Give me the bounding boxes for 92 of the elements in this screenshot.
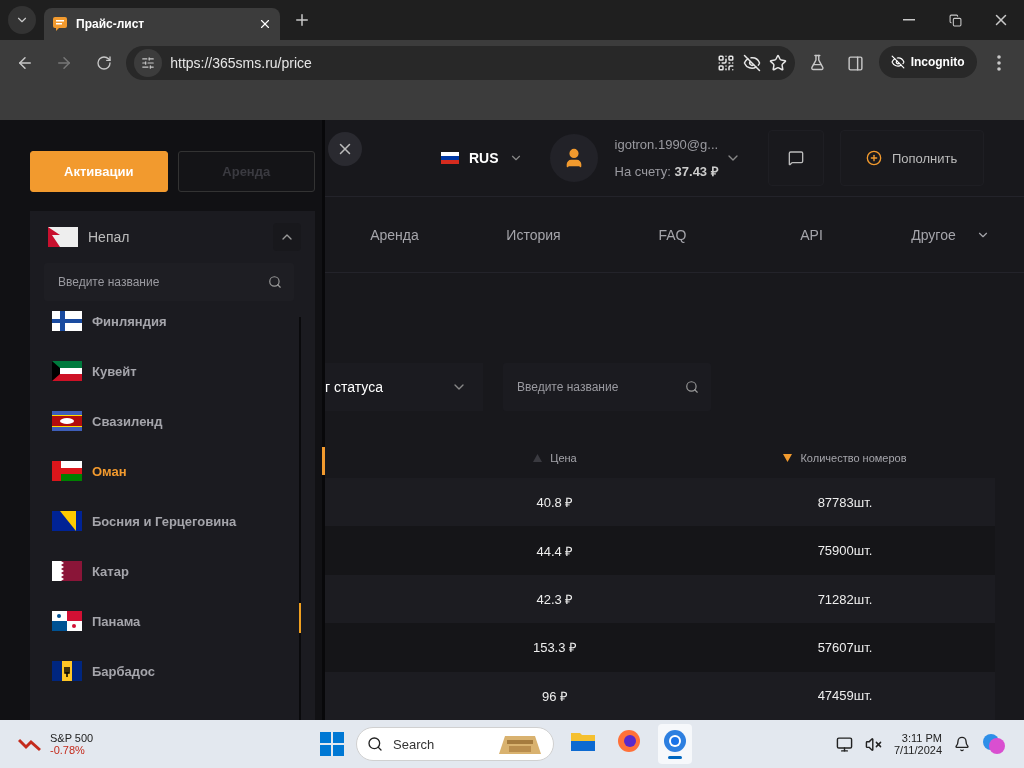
tab-title: Прайс-лист [76, 17, 146, 31]
account-email[interactable]: igotron.1990@g... [614, 136, 725, 152]
flag-icon [52, 611, 82, 631]
address-bar[interactable]: https://365sms.ru/price [126, 46, 795, 80]
monitor-icon[interactable] [835, 735, 853, 753]
balance-text: На счету: 37.43 ₽ [614, 162, 720, 180]
price-cell-text: 44.4 ₽ [535, 542, 575, 560]
bell-icon[interactable] [954, 736, 970, 752]
country-item[interactable]: Финляндия [34, 303, 299, 346]
country-item[interactable]: Барбадос [34, 646, 299, 696]
language-select[interactable]: RUS [441, 150, 523, 167]
count-cell-text: 57607шт. [816, 639, 874, 655]
nav-link[interactable]: API [742, 197, 881, 272]
country-item[interactable]: Оман [34, 446, 299, 496]
country-item[interactable]: Катар [34, 546, 299, 596]
site-settings-button[interactable] [134, 49, 163, 77]
flag-icon [52, 511, 82, 531]
stock-widget[interactable]: S&P 500 -0.78% [18, 732, 94, 756]
side-panel-icon [847, 54, 865, 72]
restore-icon [948, 13, 962, 27]
table-row[interactable]: 44.4 ₽ 75900шт. [325, 526, 995, 575]
country-item[interactable]: Панама [34, 596, 299, 646]
search-icon [685, 380, 699, 395]
price-cell-text: 40.8 ₽ [535, 494, 575, 512]
site-icon [52, 16, 68, 32]
country-item[interactable]: Босния и Герцеговина [34, 496, 299, 546]
url-text: https://365sms.ru/price [170, 55, 313, 71]
bookmark-star-icon[interactable] [768, 54, 787, 72]
flag-icon [52, 561, 82, 581]
nav-link[interactable]: FAQ [603, 197, 742, 272]
scrollbar-thumb[interactable] [322, 447, 325, 475]
taskbar-search[interactable]: Search [356, 727, 554, 761]
price-cell-text: 42.3 ₽ [535, 591, 575, 608]
minimize-icon [903, 19, 915, 21]
menu-icon [997, 55, 1002, 71]
count-cell-text: 75900шт. [816, 543, 874, 559]
flag-icon [52, 661, 82, 681]
reload-icon [95, 55, 112, 71]
mute-icon[interactable] [864, 735, 882, 753]
plus-icon [293, 11, 311, 29]
flag-icon [52, 411, 82, 431]
table-row[interactable]: 40.8 ₽ 87783шт. [325, 478, 995, 527]
price-cell-text: 96 ₽ [540, 687, 570, 705]
search-input[interactable]: Введите название [56, 274, 268, 290]
country-item[interactable]: Свазиленд [34, 396, 299, 446]
browser-icon [617, 729, 641, 753]
table-row[interactable]: 42.3 ₽ 71282шт. [325, 574, 995, 624]
nav-link[interactable]: История [464, 197, 603, 272]
qr-code-icon[interactable] [716, 54, 735, 72]
status-select[interactable]: г статуса [325, 363, 483, 412]
sort-icon [533, 453, 543, 462]
eye-off-icon[interactable] [742, 54, 761, 72]
table-row[interactable]: 153.3 ₽ 57607шт. [325, 623, 995, 672]
flag-icon [441, 152, 459, 165]
count-cell-text: 71282шт. [816, 591, 874, 607]
column-header[interactable]: Количество номеров [695, 451, 995, 464]
taskbar-app[interactable] [658, 724, 692, 764]
count-cell-text: 47459шт. [816, 688, 874, 704]
country-item[interactable]: Кувейт [34, 346, 299, 396]
nav-link[interactable]: Аренда [325, 197, 464, 272]
close-icon[interactable] [258, 17, 272, 31]
flag-icon [52, 361, 82, 381]
windows-logo-icon[interactable] [320, 732, 344, 756]
flag-icon [52, 311, 82, 331]
flag-icon [48, 227, 78, 247]
plus-circle-icon [865, 150, 882, 167]
search-input[interactable]: Search [391, 735, 489, 753]
price-cell-text: 153.3 ₽ [531, 639, 579, 657]
search-icon [367, 736, 383, 752]
search-field[interactable]: Введите название [503, 363, 711, 412]
incognito-button[interactable]: Incognito [878, 46, 977, 78]
nav-link[interactable]: Другое [881, 197, 1020, 272]
count-cell-text: 87783шт. [816, 494, 874, 510]
search-input[interactable]: Введите название [515, 379, 685, 396]
clock[interactable]: 3:11 PM 7/11/2024 [893, 732, 942, 756]
incognito-icon [890, 55, 905, 69]
selected-country[interactable]: Непал [88, 229, 263, 245]
flask-icon[interactable] [808, 54, 826, 71]
top-up-button[interactable]: Пополнить [839, 130, 984, 187]
chat-icon [787, 150, 804, 167]
search-icon [268, 275, 282, 289]
table-row[interactable]: 96 ₽ 47459шт. [325, 671, 995, 720]
browser-tab[interactable]: Прайс-лист [44, 8, 280, 40]
column-header[interactable]: Цена [455, 451, 655, 464]
trend-down-icon [18, 736, 42, 752]
close-button[interactable] [328, 132, 362, 166]
flag-icon [52, 461, 82, 481]
browser-icon [663, 729, 687, 753]
sort-icon [783, 453, 793, 462]
sliders-icon [141, 56, 156, 70]
folder-icon [571, 731, 595, 751]
copilot-icon[interactable] [982, 732, 1006, 756]
